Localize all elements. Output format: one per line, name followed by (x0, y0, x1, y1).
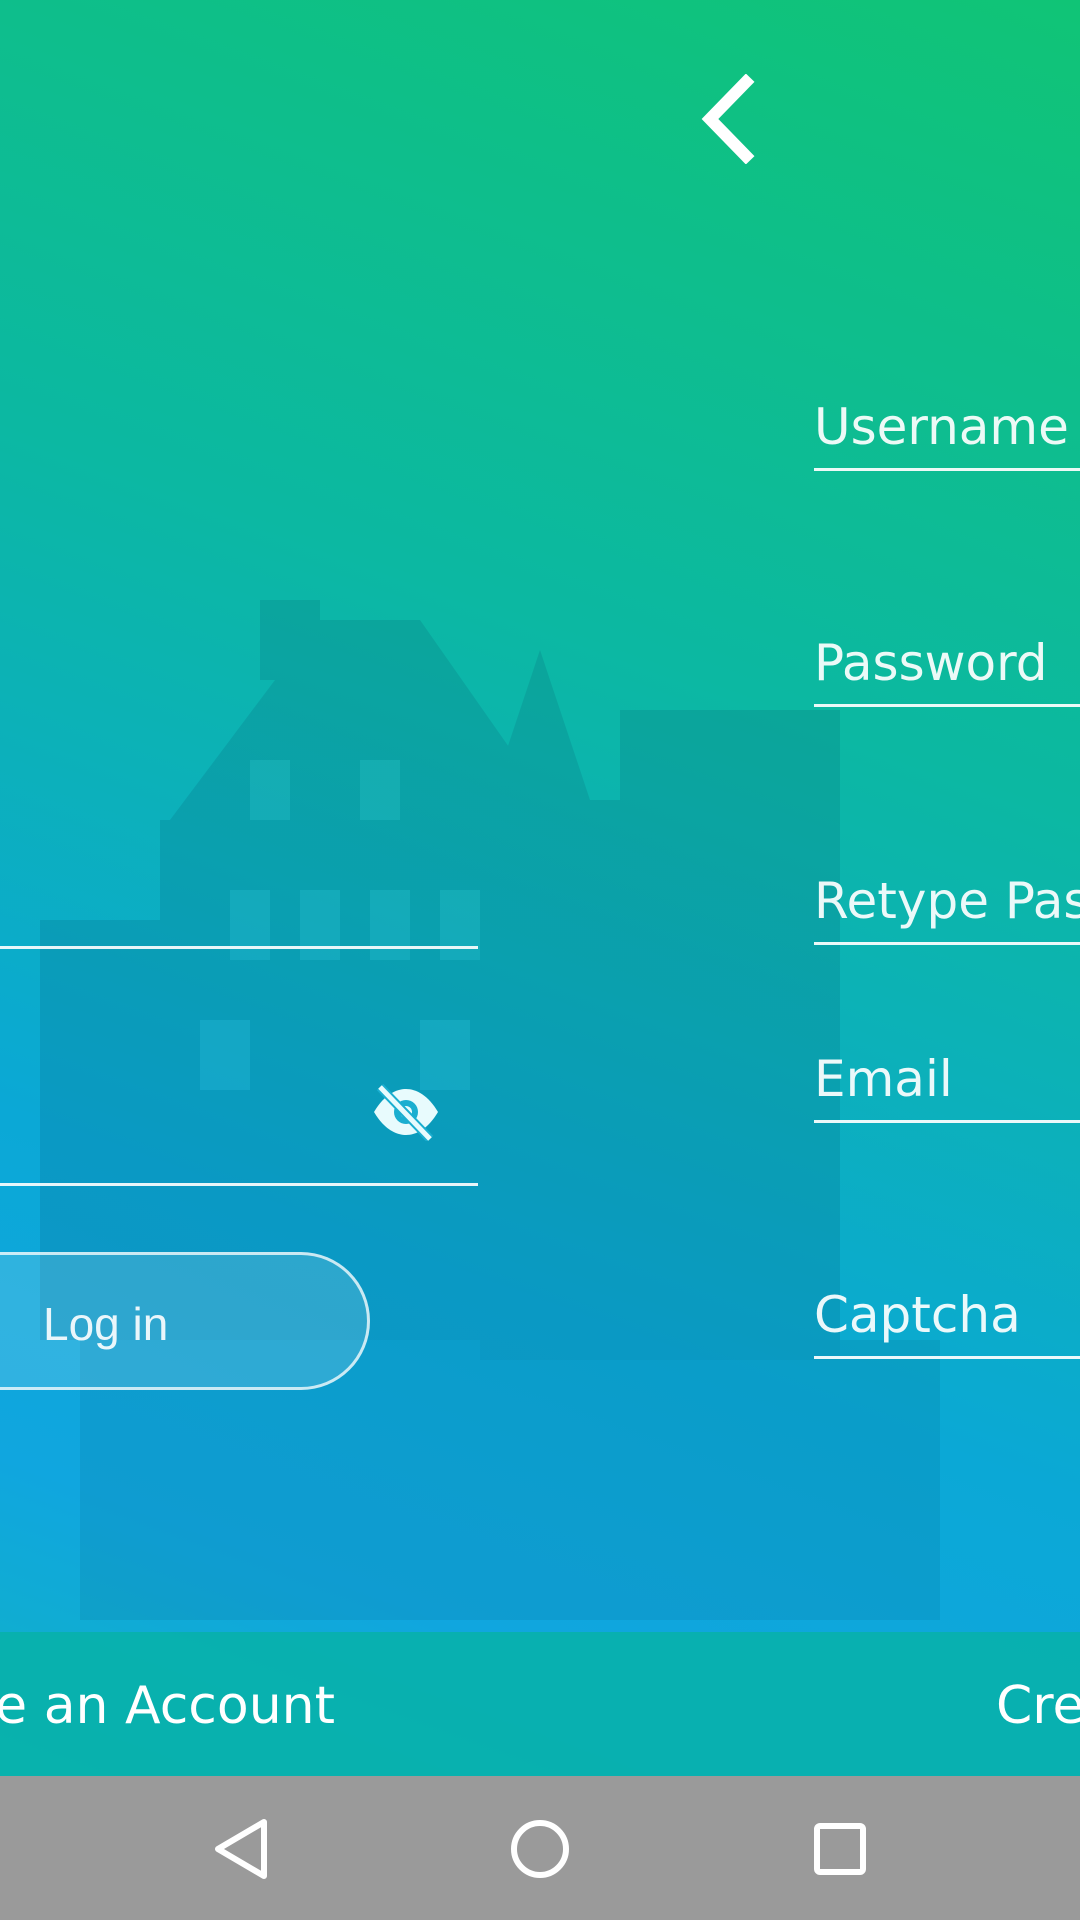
password-field[interactable]: Password (814, 590, 1080, 707)
email-field[interactable]: Email (814, 1034, 1080, 1123)
login-button[interactable]: Log in (0, 1252, 370, 1390)
login-button-label: Log in (43, 1298, 169, 1350)
login-username-field[interactable] (0, 946, 478, 949)
nav-back-icon[interactable] (206, 1814, 276, 1884)
password-placeholder: Password (814, 634, 1048, 692)
nav-home-icon[interactable] (505, 1814, 575, 1884)
create-link[interactable]: Cre (996, 1676, 1080, 1736)
retype-password-placeholder: Retype Pas (814, 872, 1080, 930)
login-password-field[interactable] (0, 1183, 478, 1186)
captcha-placeholder: Captcha (814, 1286, 1021, 1344)
captcha-field[interactable]: Captcha (814, 1270, 1080, 1359)
app-screen: Username Password Retype Pas Email Captc… (0, 0, 1080, 1920)
retype-password-field[interactable]: Retype Pas (814, 828, 1080, 945)
email-placeholder: Email (814, 1050, 953, 1108)
system-nav-bar (0, 1776, 1080, 1920)
username-placeholder: Username (814, 398, 1069, 456)
eye-off-icon[interactable] (370, 1083, 442, 1141)
nav-recents-icon[interactable] (805, 1814, 875, 1884)
chevron-left-icon[interactable] (696, 74, 760, 164)
create-account-link[interactable]: te an Account (0, 1676, 335, 1736)
username-field[interactable]: Username (814, 380, 1080, 471)
bottom-bar: te an Account Cre (0, 1632, 1080, 1776)
